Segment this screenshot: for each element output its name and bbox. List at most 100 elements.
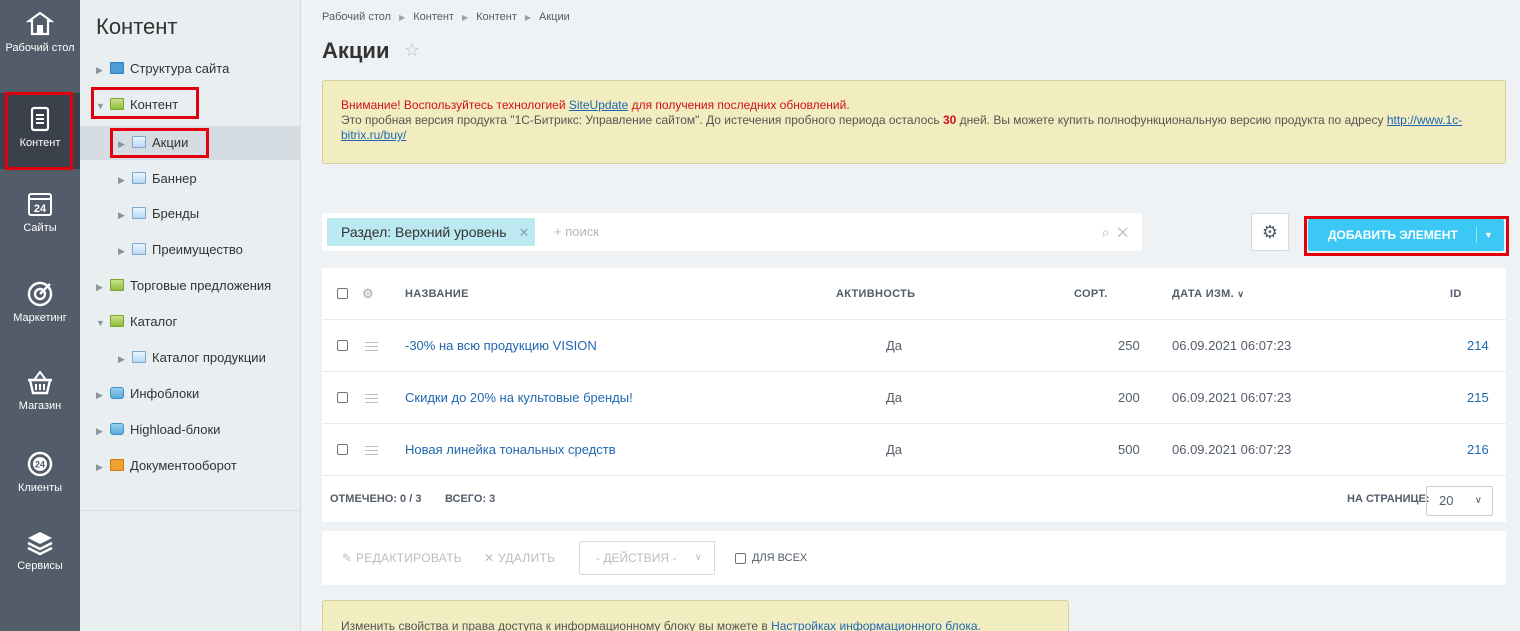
breadcrumb-item[interactable]: Рабочий стол [322, 11, 391, 23]
tree-title: Контент [96, 14, 178, 39]
drag-handle-icon[interactable] [365, 446, 378, 455]
row-checkbox[interactable] [337, 340, 348, 351]
close-icon: ✕ [484, 551, 495, 565]
notice-text: Это пробная версия продукта "1С-Битрикс:… [341, 113, 943, 127]
edit-button[interactable]: ✎ РЕДАКТИРОВАТЬ [342, 531, 462, 585]
search-icon[interactable]: ⌕ [1102, 224, 1110, 240]
clear-icon[interactable]: ✕ [1117, 224, 1128, 240]
tree-item-trade-offers[interactable]: ▶ Торговые предложения [96, 268, 271, 304]
row-checkbox[interactable] [337, 444, 348, 455]
row-name-link[interactable]: -30% на всю продукцию VISION [405, 320, 597, 372]
expand-arrow-icon[interactable]: ▶ [96, 377, 108, 413]
tree-item-label: Баннер [152, 171, 197, 186]
tree-item-promotions[interactable]: ▶ Акции [118, 125, 188, 161]
tree-item-label: Инфоблоки [130, 386, 200, 401]
nav-label: Магазин [18, 400, 62, 412]
nav-label: Клиенты [17, 482, 63, 494]
select-all-checkbox[interactable] [337, 288, 348, 299]
drag-handle-icon[interactable] [365, 394, 378, 403]
nav-item-shop[interactable]: Магазин [0, 368, 80, 428]
tree-item-label: Бренды [152, 206, 200, 221]
expand-arrow-icon[interactable]: ▶ [118, 233, 130, 269]
actions-select[interactable]: - ДЕЙСТВИЯ - ∨ [579, 541, 715, 575]
home-icon [26, 11, 54, 36]
nav-item-marketing[interactable]: Маркетинг [0, 280, 80, 340]
collapse-arrow-icon[interactable]: ▼ [96, 305, 108, 341]
nav-item-clients[interactable]: 24 Клиенты [0, 450, 80, 510]
nav-item-sites[interactable]: 24 Сайты [0, 190, 80, 250]
tree-item-infoblocks[interactable]: ▶ Инфоблоки [96, 376, 199, 412]
filter-tag[interactable]: Раздел: Верхний уровень ✕ [327, 218, 536, 246]
breadcrumb-item[interactable]: Акции [539, 11, 570, 23]
expand-arrow-icon[interactable]: ▶ [118, 162, 130, 198]
tree-item-highload[interactable]: ▶ Highload-блоки [96, 412, 220, 448]
tree-item-catalog[interactable]: ▼ Каталог [96, 304, 177, 340]
tree-item-advantage[interactable]: ▶ Преимущество [118, 232, 243, 268]
edit-label: РЕДАКТИРОВАТЬ [356, 551, 462, 565]
column-header-id[interactable]: ID [1450, 268, 1462, 320]
column-header-name[interactable]: НАЗВАНИЕ [405, 268, 469, 320]
elements-grid: ⚙ НАЗВАНИЕ АКТИВНОСТЬ СОРТ. ДАТА ИЗМ. ∨ … [322, 268, 1506, 522]
nav-item-desktop[interactable]: Рабочий стол [0, 10, 80, 80]
tree-item-label: Торговые предложения [130, 278, 272, 293]
per-page-select[interactable]: 20 ∨ [1426, 486, 1493, 516]
column-header-date[interactable]: ДАТА ИЗМ. ∨ [1172, 268, 1244, 320]
drag-handle-icon[interactable] [365, 342, 378, 351]
expand-arrow-icon[interactable]: ▶ [118, 197, 130, 233]
column-header-date-label: ДАТА ИЗМ. [1172, 288, 1234, 300]
tree-item-docflow[interactable]: ▶ Документооборот [96, 448, 237, 484]
tree-item-brands[interactable]: ▶ Бренды [118, 196, 199, 232]
siteupdate-link[interactable]: SiteUpdate [569, 98, 628, 112]
tree-item-content[interactable]: ▼ Контент [96, 87, 178, 123]
breadcrumb-item[interactable]: Контент [476, 11, 517, 23]
folder-icon [110, 279, 124, 291]
notice-trial-line: Это пробная версия продукта "1С-Битрикс:… [341, 113, 1487, 143]
tree-selection [80, 126, 301, 160]
close-icon[interactable]: ✕ [519, 225, 530, 240]
star-icon[interactable]: ☆ [404, 40, 420, 61]
breadcrumb-item[interactable]: Контент [413, 11, 454, 23]
iblock-settings-link[interactable]: Настройках информационного блока. [771, 619, 981, 631]
chevron-down-icon: ∨ [1237, 289, 1245, 299]
row-id[interactable]: 214 [1467, 320, 1489, 372]
expand-arrow-icon[interactable]: ▶ [96, 413, 108, 449]
nav-item-services[interactable]: Сервисы [0, 528, 80, 588]
tree-item-structure[interactable]: ▶ Структура сайта [96, 51, 229, 87]
row-name-link[interactable]: Новая линейка тональных средств [405, 424, 616, 476]
per-page-value: 20 [1439, 493, 1454, 508]
divider [1476, 227, 1477, 243]
filter-bar[interactable]: Раздел: Верхний уровень ✕ + поиск ⌕ ✕ [322, 213, 1142, 251]
notice-text: дней. Вы можете купить полнофункциональн… [956, 113, 1387, 127]
collapse-arrow-icon[interactable]: ▼ [96, 88, 108, 124]
breadcrumb: Рабочий стол ▶ Контент ▶ Контент ▶ Акции [322, 11, 570, 23]
expand-arrow-icon[interactable]: ▶ [96, 269, 108, 305]
settings-button[interactable]: ⚙ [1251, 213, 1289, 251]
for-all-checkbox[interactable] [735, 553, 746, 564]
table-row[interactable]: Скидки до 20% на культовые бренды! Да 20… [322, 372, 1506, 424]
column-header-sort[interactable]: СОРТ. [1074, 268, 1107, 320]
expand-arrow-icon[interactable]: ▶ [96, 52, 108, 88]
search-input[interactable]: + поиск [554, 213, 599, 251]
row-id[interactable]: 215 [1467, 372, 1489, 424]
tree-item-label: Документооборот [130, 458, 237, 473]
row-id[interactable]: 216 [1467, 424, 1489, 476]
delete-button[interactable]: ✕ УДАЛИТЬ [484, 531, 555, 585]
chevron-down-icon[interactable]: ▼ [1484, 219, 1493, 251]
svg-text:24: 24 [35, 460, 45, 470]
table-row[interactable]: -30% на всю продукцию VISION Да 250 06.0… [322, 320, 1506, 372]
expand-arrow-icon[interactable]: ▶ [96, 449, 108, 485]
expand-arrow-icon[interactable]: ▶ [118, 126, 130, 162]
row-name-link[interactable]: Скидки до 20% на культовые бренды! [405, 372, 633, 424]
column-settings-icon[interactable]: ⚙ [362, 268, 374, 320]
tree-item-banner[interactable]: ▶ Баннер [118, 161, 197, 197]
table-row[interactable]: Новая линейка тональных средств Да 500 0… [322, 424, 1506, 476]
clients-icon: 24 [27, 451, 53, 477]
row-checkbox[interactable] [337, 392, 348, 403]
expand-arrow-icon[interactable]: ▶ [118, 341, 130, 377]
basket-icon [28, 370, 52, 395]
delete-label: УДАЛИТЬ [498, 551, 556, 565]
column-header-active[interactable]: АКТИВНОСТЬ [836, 268, 915, 320]
nav-item-content[interactable]: Контент [0, 93, 80, 169]
add-element-button[interactable]: ДОБАВИТЬ ЭЛЕМЕНТ ▼ [1308, 219, 1504, 251]
tree-item-product-catalog[interactable]: ▶ Каталог продукции [118, 340, 266, 376]
